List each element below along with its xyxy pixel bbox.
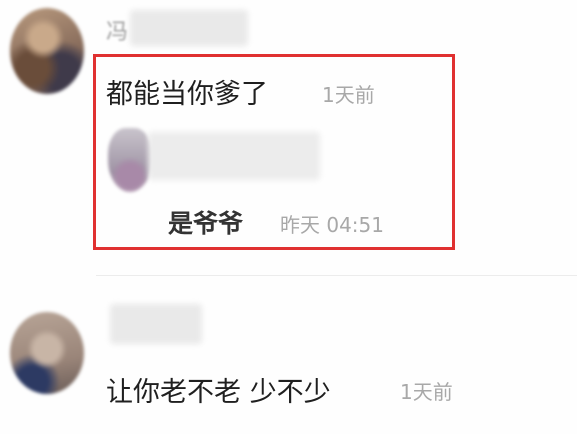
username-blurred	[110, 304, 202, 344]
avatar[interactable]	[10, 312, 84, 394]
username-blurred	[130, 10, 248, 46]
comment-text: 让你老不老 少不少	[106, 377, 331, 408]
comment-time: 1天前	[400, 380, 453, 404]
divider	[96, 275, 577, 276]
username[interactable]: 冯	[106, 14, 128, 46]
avatar[interactable]	[10, 8, 84, 94]
highlight-box	[93, 54, 455, 250]
comment-list: 冯 都能当你爹了 1天前 是爷爷 昨天 04:51 让你老不老 少不少 1天前	[0, 0, 577, 434]
